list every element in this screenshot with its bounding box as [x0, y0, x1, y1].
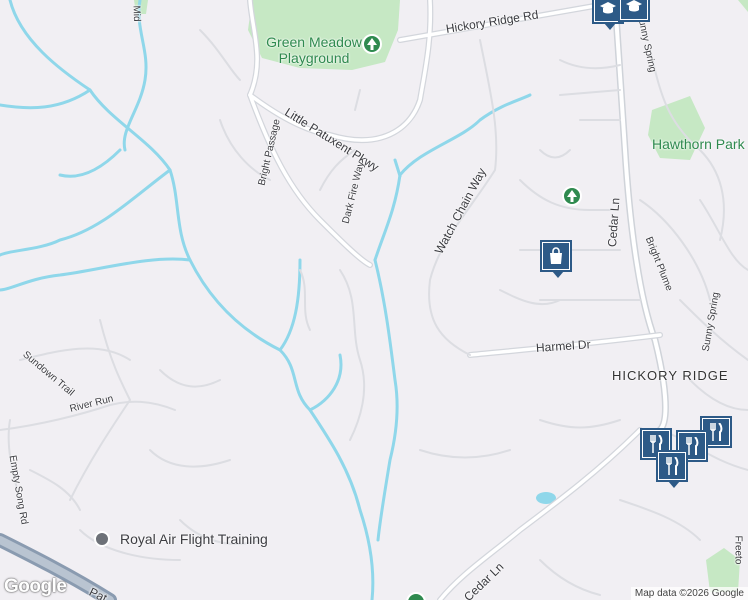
fork-knife-icon [710, 423, 723, 441]
hickory-ridge-area-label: HICKORY RIDGE [612, 368, 729, 383]
map-canvas[interactable]: Green Meadow Playground Hawthorn Park Hi… [0, 0, 748, 600]
hawthorn-park-label: Hawthorn Park [652, 136, 745, 152]
graduation-cap-icon [600, 2, 616, 14]
school-marker-2[interactable] [618, 0, 650, 22]
shopping-bag-icon [550, 247, 562, 264]
green-meadow-park-label: Green Meadow Playground [266, 34, 362, 66]
google-logo[interactable]: Google [4, 576, 67, 598]
park-tree-icon[interactable] [362, 34, 382, 54]
shopping-bag-marker[interactable] [540, 240, 572, 278]
flight-training-poi-icon[interactable] [94, 531, 110, 547]
fork-knife-icon-4 [666, 457, 679, 475]
mid-road-label: Mid [130, 5, 143, 22]
map-base-layer [0, 0, 748, 600]
graduation-cap-icon-2 [626, 0, 642, 12]
restaurant-marker-4[interactable] [656, 450, 688, 488]
park-tree-icon-east[interactable] [562, 186, 582, 206]
park-area-far-east [738, 0, 748, 12]
freetown-road-label: Freeto [732, 535, 744, 565]
royal-air-flight-training-label[interactable]: Royal Air Flight Training [120, 531, 268, 547]
map-attribution[interactable]: Map data ©2026 Google [630, 587, 748, 600]
